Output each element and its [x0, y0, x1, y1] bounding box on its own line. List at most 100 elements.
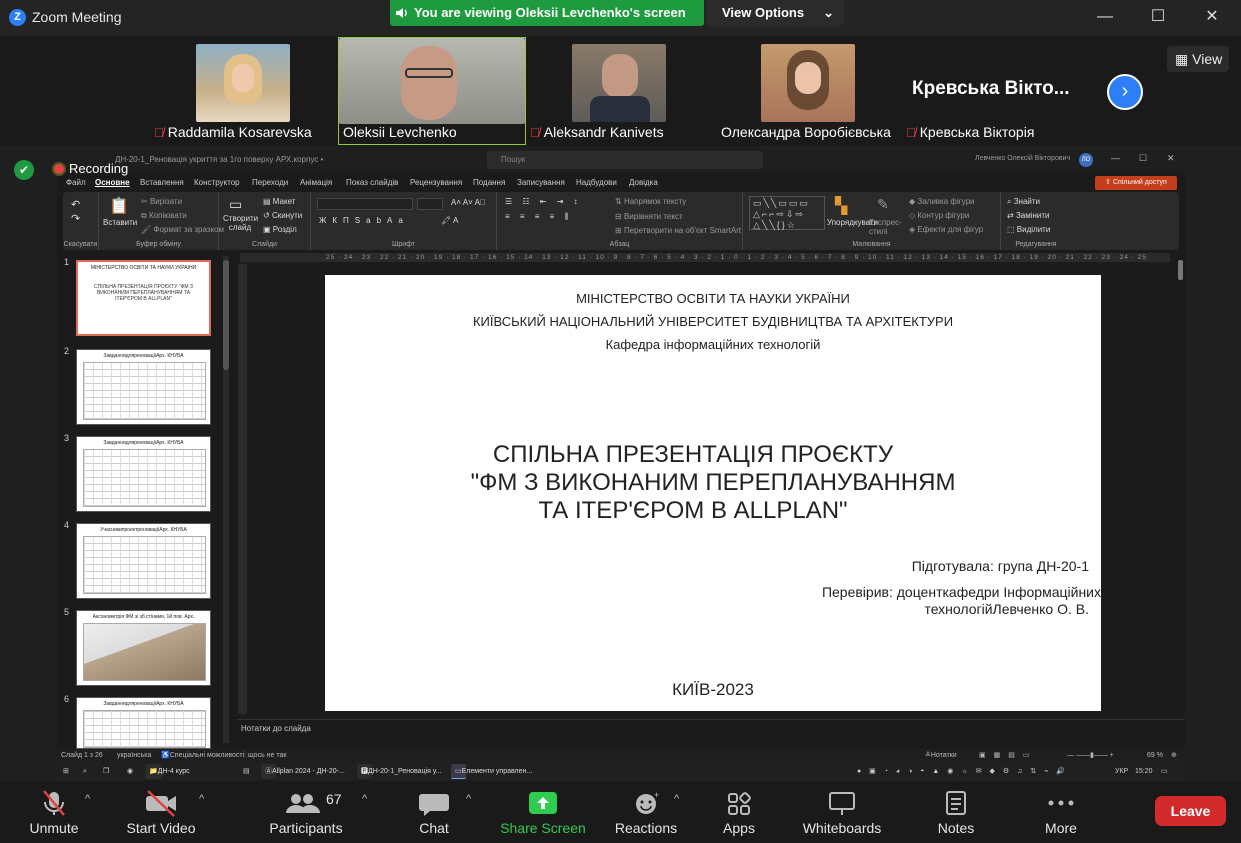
list-icons[interactable]: ☰ ☷ ⇤ ⇥ ↕: [505, 197, 582, 206]
close-icon[interactable]: ✕: [1167, 153, 1175, 164]
participant-tile[interactable]: Олександра Воробієвська: [719, 38, 905, 144]
taskbar-item-active[interactable]: ▭ Елементи управлен...: [451, 764, 532, 779]
section-button[interactable]: ▣ Розділ: [263, 225, 297, 234]
scrollbar-thumb[interactable]: [223, 260, 229, 370]
slide-thumbnail[interactable]: ЗавданнядляреноваціїАрх. КНУБА: [76, 697, 211, 749]
maximize-icon[interactable]: ☐: [1145, 6, 1171, 28]
encryption-shield-icon[interactable]: ✔: [14, 160, 34, 180]
participant-tile[interactable]: 🎙̸ Кревська Вікторія: [906, 120, 1092, 142]
more-button[interactable]: More: [1034, 781, 1088, 843]
font-color-icon[interactable]: 🖍 A: [441, 216, 458, 225]
reset-button[interactable]: ↺ Скинути: [263, 211, 302, 220]
windows-start-icon[interactable]: ⊞: [63, 763, 69, 780]
minimize-icon[interactable]: —: [1092, 6, 1118, 28]
menu-item[interactable]: Показ слайдів: [346, 178, 398, 187]
slide-thumbnail[interactable]: ЗавданнядляреноваціїАрх. КНУБА: [76, 436, 211, 512]
redo-icon[interactable]: ↷: [71, 212, 80, 225]
quick-styles-button[interactable]: Експрес-стилі: [869, 218, 902, 236]
ppt-search-input[interactable]: Пошук: [487, 151, 763, 169]
menu-item[interactable]: Файл: [66, 178, 86, 187]
new-slide-icon[interactable]: ▭: [229, 196, 242, 213]
browser-icon[interactable]: ◉: [127, 763, 133, 780]
slide-thumbnail[interactable]: ЗавданнядляреноваціїАрх. КНУБА: [76, 349, 211, 425]
start-video-button[interactable]: Start Video: [118, 781, 204, 843]
task-view-icon[interactable]: ❐: [103, 763, 109, 780]
font-grow-icon[interactable]: A˄ A˅ A⃠: [451, 198, 486, 207]
font-size-select[interactable]: [417, 198, 443, 210]
menu-item[interactable]: Довідка: [629, 178, 658, 187]
leave-button[interactable]: Leave: [1155, 796, 1226, 826]
menu-item[interactable]: Вставлення: [140, 178, 184, 187]
select-button[interactable]: ⬚ Виділити: [1007, 225, 1050, 234]
participant-tile[interactable]: 🎙̸ Raddamila Kosarevska: [154, 38, 340, 144]
menu-item[interactable]: Рецензування: [410, 178, 462, 187]
chevron-up-icon[interactable]: ^: [362, 793, 367, 805]
menu-item[interactable]: Переходи: [252, 178, 288, 187]
taskbar-item[interactable]: Ⓐ Allplan 2024 - ДН-20-...: [261, 764, 345, 779]
taskbar-item[interactable]: 🅿 ДН-20-1_Реновація у...: [357, 764, 442, 779]
undo-icon[interactable]: ↶: [71, 198, 80, 211]
scrollbar-thumb[interactable]: [1178, 260, 1183, 280]
chat-button[interactable]: Chat: [404, 781, 464, 843]
recording-indicator[interactable]: Recording: [54, 161, 128, 176]
ppt-share-button[interactable]: ⇧ Спільний доступ: [1095, 176, 1177, 190]
language-indicator[interactable]: українська: [117, 749, 151, 763]
menu-item[interactable]: Записування: [517, 178, 565, 187]
chevron-up-icon[interactable]: ^: [85, 793, 90, 805]
chevron-up-icon[interactable]: ^: [199, 793, 204, 805]
new-slide-button[interactable]: Створити слайд: [223, 214, 258, 232]
minimize-icon[interactable]: —: [1111, 153, 1120, 163]
zoom-level[interactable]: 69 %: [1147, 749, 1163, 763]
participant-tile[interactable]: 🎙̸ Aleksandr Kanivets: [530, 38, 716, 144]
taskbar-item[interactable]: 📁 ДН-4 курс: [145, 764, 190, 779]
slide-thumbnail[interactable]: Аксонометрія ФМ зі зб.стінами, 1й пов. А…: [76, 610, 211, 686]
shape-outline-button[interactable]: ◇ Контур фігури: [909, 211, 969, 220]
share-screen-button[interactable]: Share Screen: [496, 781, 590, 843]
search-icon[interactable]: ⌕: [83, 763, 87, 780]
shape-effects-button[interactable]: ◈ Ефекти для фігур: [909, 225, 983, 234]
replace-button[interactable]: ⇄ Замінити: [1007, 211, 1050, 220]
apps-button[interactable]: Apps: [710, 781, 768, 843]
menu-item[interactable]: Подання: [473, 178, 505, 187]
font-format-icons[interactable]: ЖКПSabAa: [319, 216, 409, 225]
whiteboards-button[interactable]: Whiteboards: [796, 781, 888, 843]
format-painter-button[interactable]: 🖌 Формат за зразком: [141, 225, 224, 234]
participants-button[interactable]: 67 Participants: [262, 781, 350, 843]
text-direction-button[interactable]: ⇅ Напрямок тексту: [615, 197, 686, 206]
font-family-select[interactable]: [317, 198, 413, 210]
cut-button[interactable]: ✂ Вирізати: [141, 197, 182, 206]
layout-button[interactable]: ▤ Макет: [263, 197, 295, 206]
system-tray-icons[interactable]: ● ▣ ◔ ◕ ◑ ◓ ▲ ◉ ☼ ✉ ◆ ⚙ ♫ ⇅ ⌁ 🔊: [857, 763, 1068, 780]
slide-notes-pane[interactable]: Нотатки до слайда: [237, 719, 1185, 737]
slide-thumbnail[interactable]: МІНІСТЕРСТВО ОСВІТИ ТА НАУКИ УКРАЇНИ СПІ…: [76, 260, 211, 336]
unmute-button[interactable]: Unmute: [14, 781, 94, 843]
avatar[interactable]: ЛО: [1079, 153, 1093, 167]
paste-button[interactable]: Вставити: [103, 218, 137, 227]
align-icons[interactable]: ≡ ≡ ≡ ≡ ⫼: [505, 212, 572, 222]
maximize-icon[interactable]: ☐: [1139, 153, 1147, 164]
find-button[interactable]: ⌕ Знайти: [1007, 197, 1040, 207]
shapes-gallery[interactable]: ▭╲╲▭▭▭ △⌐⌐⇨⇩⇨ △╲╲{}☆: [749, 196, 825, 230]
reactions-button[interactable]: + Reactions: [610, 781, 682, 843]
close-icon[interactable]: ✕: [1199, 6, 1225, 28]
fit-slide-icon[interactable]: ⊕: [1171, 749, 1177, 763]
smartart-button[interactable]: ⊞ Перетворити на об'єкт SmartArt: [615, 226, 741, 235]
keyboard-language[interactable]: УКР: [1115, 763, 1128, 780]
clock[interactable]: 15:20: [1135, 763, 1153, 780]
chevron-up-icon[interactable]: ^: [674, 793, 679, 805]
menu-item[interactable]: Надбудови: [576, 178, 617, 187]
notifications-icon[interactable]: ▭: [1161, 763, 1168, 780]
zoom-slider[interactable]: — ——▮—— +: [1067, 749, 1114, 763]
align-text-button[interactable]: ⊟ Вирівняти текст: [615, 212, 683, 221]
menu-item[interactable]: Анімація: [300, 178, 332, 187]
slide-scrollbar[interactable]: [1177, 256, 1185, 746]
accessibility-status[interactable]: ♿ Спеціальні можливості: щось не так: [161, 749, 286, 763]
notes-button[interactable]: Notes: [928, 781, 984, 843]
notes-toggle-button[interactable]: ≙ Нотатки: [925, 749, 957, 763]
copy-button[interactable]: ⧉ Копіювати: [141, 211, 187, 221]
slide-thumbnail[interactable]: УчасникипроектреноваціїАрх. КНУБА: [76, 523, 211, 599]
view-options-button[interactable]: View Options ⌄: [706, 0, 844, 26]
menu-item[interactable]: Конструктор: [194, 178, 240, 187]
view-button[interactable]: ▦ View: [1167, 46, 1229, 72]
arrange-icon[interactable]: ▚: [835, 196, 847, 216]
